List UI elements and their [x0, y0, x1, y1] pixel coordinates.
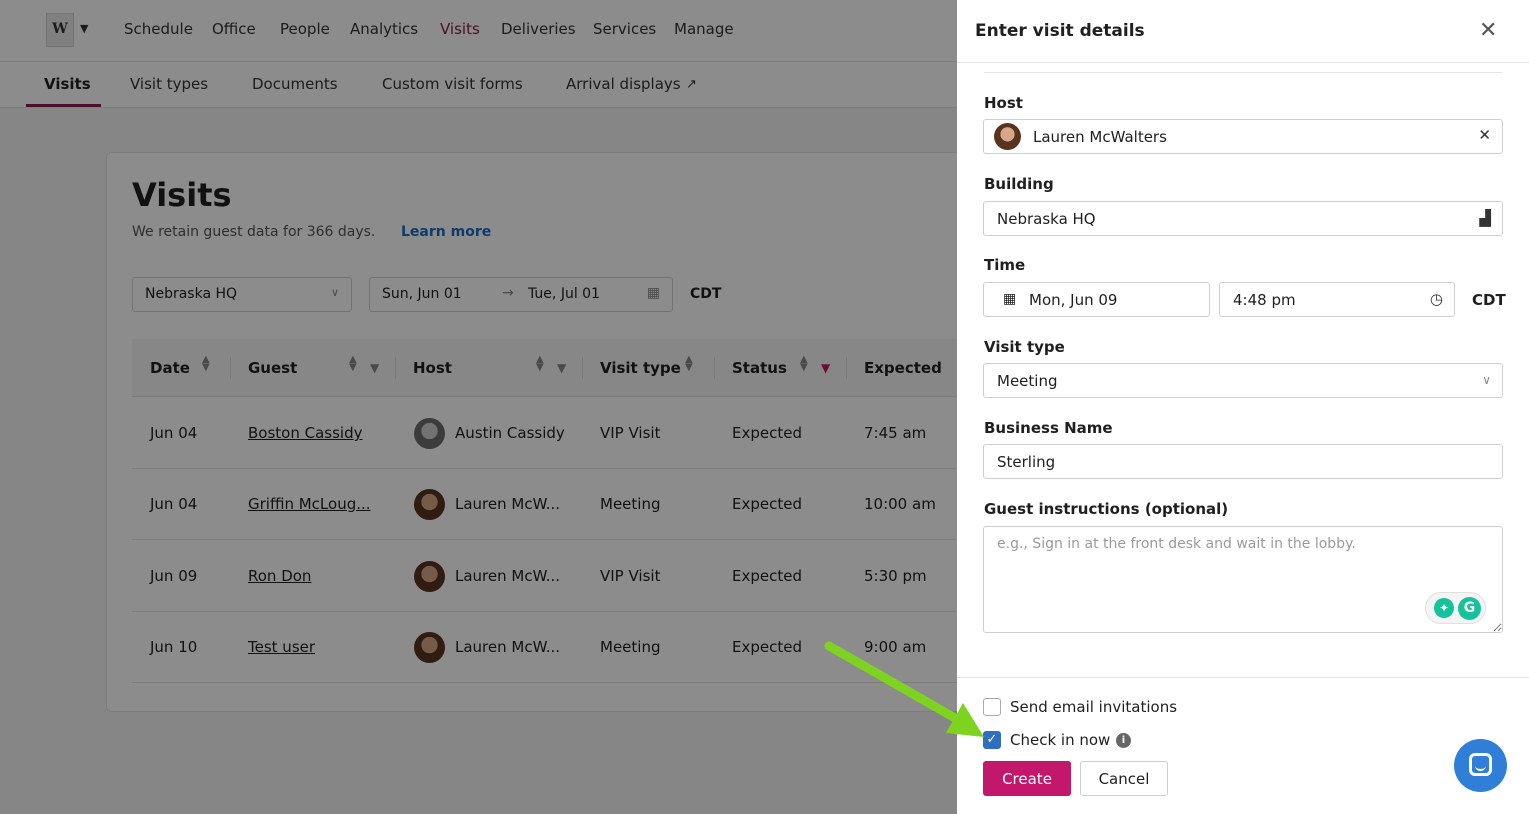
- clear-icon[interactable]: ✕: [1478, 126, 1491, 144]
- chevron-down-icon: ∨: [1482, 373, 1491, 387]
- timezone-label: CDT: [1472, 291, 1506, 309]
- check-in-now-checkbox[interactable]: ✓: [983, 731, 1001, 749]
- business-name-input[interactable]: Sterling: [983, 444, 1503, 479]
- building-icon: ▟: [1479, 209, 1491, 227]
- visit-details-panel: Enter visit details ✕ Host Lauren McWalt…: [957, 0, 1529, 814]
- close-icon[interactable]: ✕: [1479, 18, 1497, 43]
- visit-type-select[interactable]: Meeting ∨: [983, 363, 1503, 398]
- info-icon[interactable]: i: [1116, 733, 1131, 748]
- chat-support-button[interactable]: [1454, 739, 1507, 792]
- time-value: 4:48 pm: [1233, 291, 1296, 309]
- chat-icon: [1469, 753, 1492, 776]
- business-name-label: Business Name: [984, 419, 1113, 437]
- building-field[interactable]: Nebraska HQ ▟: [983, 201, 1503, 236]
- date-value: Mon, Jun 09: [1029, 291, 1118, 309]
- host-field[interactable]: Lauren McWalters ✕: [983, 119, 1503, 154]
- visit-type-label: Visit type: [984, 338, 1065, 356]
- send-email-label[interactable]: Send email invitations: [1010, 698, 1177, 716]
- clock-icon: ◷: [1429, 290, 1443, 308]
- lightbulb-icon[interactable]: ✦: [1434, 598, 1454, 618]
- time-field[interactable]: 4:48 pm ◷: [1219, 282, 1455, 317]
- host-label: Host: [984, 94, 1023, 112]
- calendar-icon: ▦: [1003, 291, 1017, 307]
- footer-divider: [957, 677, 1529, 678]
- building-value: Nebraska HQ: [997, 210, 1096, 228]
- building-label: Building: [984, 175, 1054, 193]
- create-button[interactable]: Create: [983, 761, 1071, 796]
- time-label: Time: [984, 256, 1026, 274]
- visit-type-value: Meeting: [997, 372, 1058, 390]
- guest-instructions-label: Guest instructions (optional): [984, 500, 1229, 518]
- cancel-button[interactable]: Cancel: [1080, 761, 1168, 796]
- panel-title: Enter visit details: [975, 21, 1145, 41]
- header-divider: [957, 62, 1529, 63]
- section-divider: [984, 72, 1502, 73]
- grammarly-icon[interactable]: G: [1458, 597, 1481, 620]
- check-in-now-label[interactable]: Check in now: [1010, 731, 1110, 749]
- host-value: Lauren McWalters: [1033, 128, 1167, 146]
- guest-instructions-input[interactable]: [983, 526, 1503, 633]
- host-avatar: [994, 123, 1021, 150]
- date-field[interactable]: ▦ Mon, Jun 09: [983, 282, 1210, 317]
- send-email-checkbox[interactable]: [983, 698, 1001, 716]
- modal-backdrop[interactable]: [0, 0, 957, 814]
- business-name-value: Sterling: [997, 453, 1056, 471]
- grammarly-widget[interactable]: ✦ G: [1425, 592, 1486, 624]
